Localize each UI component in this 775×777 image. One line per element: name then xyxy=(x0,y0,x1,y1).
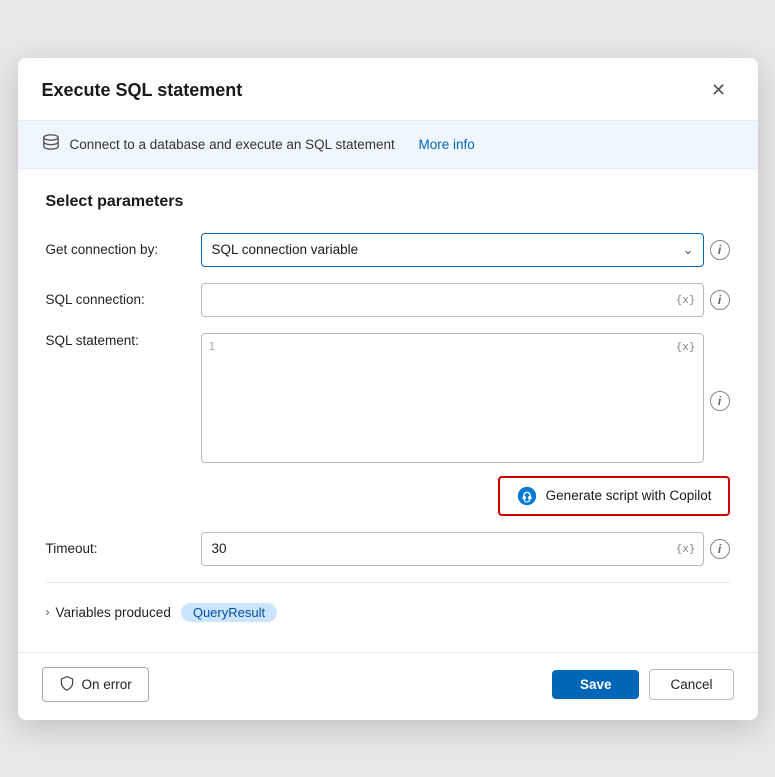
dialog-body: Select parameters Get connection by: SQL… xyxy=(18,169,758,646)
chevron-right-icon: › xyxy=(46,605,50,619)
connection-by-label: Get connection by: xyxy=(46,242,191,257)
copilot-icon xyxy=(516,485,538,507)
sql-statement-row: SQL statement: 1 {x} i xyxy=(46,333,730,466)
connection-by-row: Get connection by: SQL connection variab… xyxy=(46,233,730,267)
execute-sql-dialog: Execute SQL statement ✕ Connect to a dat… xyxy=(18,58,758,720)
sql-statement-textarea[interactable] xyxy=(201,333,704,463)
sql-statement-info-icon[interactable]: i xyxy=(710,391,730,411)
on-error-label: On error xyxy=(82,677,132,692)
variables-row: › Variables produced QueryResult xyxy=(46,593,730,626)
dialog-footer: On error Save Cancel xyxy=(18,652,758,720)
close-icon: ✕ xyxy=(711,80,726,101)
section-title: Select parameters xyxy=(46,193,730,211)
banner-text: Connect to a database and execute an SQL… xyxy=(70,137,395,152)
connection-by-input-wrap: SQL connection variable Connection strin… xyxy=(201,233,730,267)
timeout-input[interactable] xyxy=(201,532,704,566)
dialog-title: Execute SQL statement xyxy=(42,80,243,101)
query-result-badge: QueryResult xyxy=(181,603,277,622)
sql-connection-input[interactable] xyxy=(201,283,704,317)
save-button[interactable]: Save xyxy=(552,670,640,699)
database-icon xyxy=(42,133,60,156)
more-info-link[interactable]: More info xyxy=(419,137,475,152)
connection-by-select[interactable]: SQL connection variable Connection strin… xyxy=(201,233,704,267)
footer-right: Save Cancel xyxy=(552,669,734,700)
connection-by-select-wrapper: SQL connection variable Connection strin… xyxy=(201,233,704,267)
variables-expand-button[interactable]: › Variables produced xyxy=(46,605,171,620)
close-button[interactable]: ✕ xyxy=(704,76,734,106)
timeout-input-wrap: {x} i xyxy=(201,532,730,566)
timeout-info-icon[interactable]: i xyxy=(710,539,730,559)
timeout-label: Timeout: xyxy=(46,541,191,556)
timeout-input-wrapper: {x} xyxy=(201,532,704,566)
sql-connection-label: SQL connection: xyxy=(46,292,191,307)
variables-label: Variables produced xyxy=(56,605,171,620)
sql-connection-row: SQL connection: {x} i xyxy=(46,283,730,317)
sql-connection-input-wrap: {x} i xyxy=(201,283,730,317)
shield-icon xyxy=(59,675,75,694)
generate-script-button[interactable]: Generate script with Copilot xyxy=(498,476,730,516)
sql-connection-input-wrapper: {x} xyxy=(201,283,704,317)
timeout-row: Timeout: {x} i xyxy=(46,532,730,566)
sql-connection-info-icon[interactable]: i xyxy=(710,290,730,310)
dialog-header: Execute SQL statement ✕ xyxy=(18,58,758,120)
copilot-button-label: Generate script with Copilot xyxy=(546,488,712,503)
cancel-button[interactable]: Cancel xyxy=(649,669,733,700)
line-number: 1 xyxy=(209,340,216,353)
info-banner: Connect to a database and execute an SQL… xyxy=(18,120,758,169)
connection-by-info-icon[interactable]: i xyxy=(710,240,730,260)
divider xyxy=(46,582,730,583)
sql-statement-label: SQL statement: xyxy=(46,333,191,348)
sql-statement-textarea-wrapper: 1 {x} xyxy=(201,333,704,466)
copilot-button-row: Generate script with Copilot xyxy=(46,476,730,516)
on-error-button[interactable]: On error xyxy=(42,667,149,702)
sql-statement-input-wrap: 1 {x} i xyxy=(201,333,730,466)
